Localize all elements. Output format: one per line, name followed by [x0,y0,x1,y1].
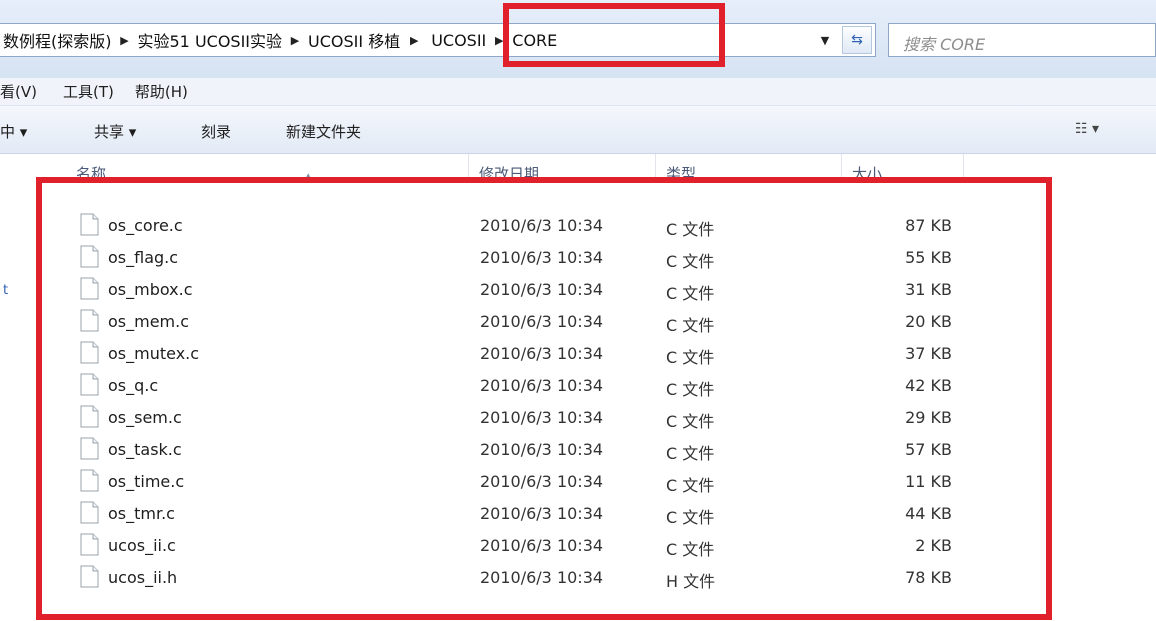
view-options-icon[interactable]: ☷ ▾ [1075,121,1099,137]
address-field[interactable]: 数例程(探索版) ▶ 实验51 UCOSII实验 ▶ UCOSII 移植 ▶ U… [0,23,876,57]
share-button[interactable]: 共享 ▾ [94,121,136,142]
menu-bar: 看(V) 工具(T) 帮助(H) [0,78,1156,106]
address-history-dropdown-icon[interactable]: ▼ [815,24,835,56]
refresh-button[interactable]: ⇆ [842,26,872,54]
breadcrumb-item[interactable]: UCOSII [425,31,489,50]
search-input[interactable]: 搜索 CORE [888,23,1156,57]
highlight-box-breadcrumb [503,3,725,67]
refresh-icon: ⇆ [851,32,863,48]
menu-view[interactable]: 看(V) [0,81,37,102]
breadcrumb-separator-icon[interactable]: ▶ [285,34,305,47]
menu-tools[interactable]: 工具(T) [63,81,114,102]
new-folder-button[interactable]: 新建文件夹 [286,121,361,142]
menu-help[interactable]: 帮助(H) [135,81,188,102]
burn-button[interactable]: 刻录 [201,121,231,142]
breadcrumb: 数例程(探索版) ▶ 实验51 UCOSII实验 ▶ UCOSII 移植 ▶ U… [0,24,560,56]
breadcrumb-separator-icon[interactable]: ▶ [403,34,425,47]
include-in-library-button[interactable]: 中 ▾ [0,121,27,142]
command-bar: 中 ▾ 共享 ▾ 刻录 新建文件夹 ☷ ▾ [0,106,1156,154]
search-placeholder: 搜索 CORE [903,35,986,54]
nav-pane-fragment: t [3,283,9,298]
breadcrumb-separator-icon[interactable]: ▶ [115,34,135,47]
breadcrumb-item[interactable]: 实验51 UCOSII实验 [135,28,286,52]
breadcrumb-item[interactable]: 数例程(探索版) [0,28,115,52]
highlight-box-file-list [36,177,1052,620]
breadcrumb-item[interactable]: UCOSII 移植 [305,28,403,52]
